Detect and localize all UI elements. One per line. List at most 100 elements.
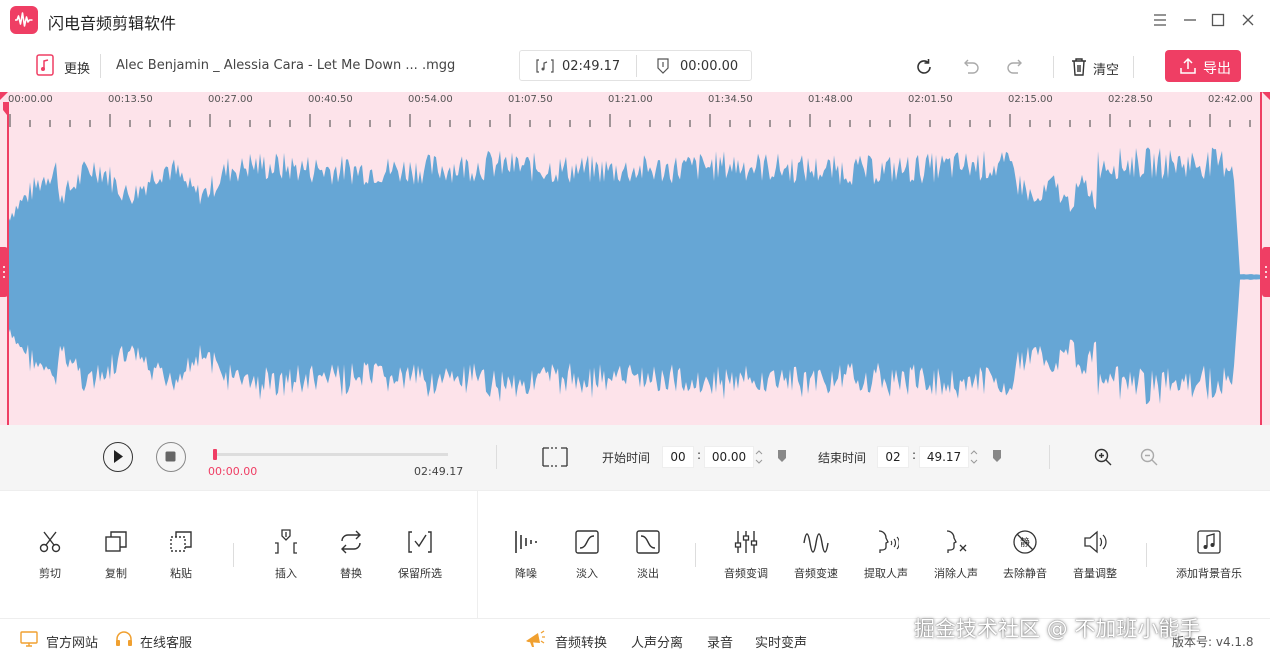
right-drag-handle[interactable] [1262, 247, 1270, 297]
denoise-label: 降噪 [515, 567, 537, 580]
wave-icon [803, 533, 829, 553]
audio-convert-link[interactable]: 音频转换 [555, 632, 607, 651]
fade-in-icon [575, 530, 599, 554]
remove-vocal-label: 消除人声 [934, 567, 978, 580]
paste-label: 粘贴 [170, 567, 192, 580]
menu-icon[interactable] [1150, 10, 1170, 30]
zoom-in-icon[interactable] [1093, 447, 1113, 467]
replace-label: 替换 [340, 567, 362, 580]
maximize-button[interactable] [1208, 10, 1228, 30]
divider [100, 54, 101, 78]
end-sec-input[interactable]: 49.17 [919, 446, 969, 468]
volume-label: 音量调整 [1073, 567, 1117, 580]
vocal-split-link[interactable]: 人声分离 [631, 632, 683, 651]
total-time: 02:49.17 [414, 465, 464, 478]
end-marker-icon[interactable] [992, 449, 1002, 465]
divider [1049, 445, 1050, 469]
copy-icon [105, 531, 127, 552]
support-link[interactable]: 在线客服 [140, 632, 192, 651]
swap-icon [341, 530, 361, 554]
fade-out-tool[interactable]: 淡出 [613, 529, 683, 581]
start-marker-icon[interactable] [777, 449, 787, 465]
divider [1133, 56, 1134, 78]
divider [233, 543, 234, 567]
duration-icon [536, 59, 554, 73]
replace-tool[interactable]: 替换 [316, 529, 386, 581]
speaker-icon [1084, 530, 1107, 554]
insert-tool[interactable]: 插入 [251, 529, 321, 581]
divider [496, 445, 497, 469]
pitch-tool[interactable]: 音频变调 [711, 529, 781, 581]
undo-icon[interactable] [960, 57, 980, 77]
divider [695, 543, 696, 567]
waveform-editor[interactable]: 00:00.00 00:13.50 00:27.00 00:40.50 00:54.00… [0, 92, 1270, 425]
add-bgm-tool[interactable]: 添加背景音乐 [1173, 529, 1245, 581]
remove-vocal-tool[interactable]: 消除人声 [921, 529, 991, 581]
cut-label: 剪切 [39, 567, 61, 580]
trash-icon[interactable] [1070, 57, 1088, 77]
redo-icon[interactable] [1006, 57, 1026, 77]
divider [1053, 56, 1054, 78]
remove-silence-label: 去除静音 [1003, 567, 1047, 580]
keep-selection-tool[interactable]: 保留所选 [385, 529, 455, 581]
app-title: 闪电音频剪辑软件 [48, 14, 177, 33]
paste-icon [170, 531, 192, 552]
speed-tool[interactable]: 音频变速 [781, 529, 851, 581]
cut-tool[interactable]: 剪切 [15, 529, 85, 581]
equalizer-icon [734, 531, 758, 553]
remove-silence-tool[interactable]: 静 去除静音 [990, 529, 1060, 581]
select-range-icon[interactable] [541, 446, 569, 468]
insert-icon [275, 529, 297, 554]
file-name: Alec Benjamin _ Alessia Cara - Let Me Do… [116, 58, 456, 73]
transport-bar: 00:00.00 02:49.17 开始时间 00 : 00.00 结束时间 0… [0, 425, 1270, 490]
time-display: 02:49.17 00:00.00 [519, 50, 752, 81]
fade-in-tool[interactable]: 淡入 [552, 529, 622, 581]
silence-icon: 静 [1013, 530, 1037, 554]
progress-track[interactable] [214, 453, 448, 456]
speed-label: 音频变速 [794, 567, 838, 580]
export-button[interactable]: 导出 [1165, 50, 1241, 82]
close-button[interactable] [1238, 10, 1258, 30]
scissors-icon [39, 531, 61, 553]
title-bar: 闪电音频剪辑软件 [0, 0, 1270, 40]
start-stepper-icon[interactable] [755, 446, 763, 468]
export-label: 导出 [1203, 61, 1231, 77]
record-link[interactable]: 录音 [707, 632, 733, 651]
keep-selection-label: 保留所选 [398, 567, 442, 580]
denoise-tool[interactable]: 降噪 [491, 529, 561, 581]
end-time-label: 结束时间 [818, 451, 867, 465]
minimize-button[interactable] [1180, 10, 1200, 30]
paste-tool[interactable]: 粘贴 [146, 529, 216, 581]
current-time: 00:00.00 [208, 465, 258, 478]
fade-out-icon [636, 530, 660, 554]
start-min-input[interactable]: 00 [662, 446, 694, 468]
clear-button[interactable]: 清空 [1093, 59, 1119, 78]
start-sec-input[interactable]: 00.00 [704, 446, 754, 468]
end-stepper-icon[interactable] [970, 446, 978, 468]
divider [636, 55, 637, 77]
volume-tool[interactable]: 音量调整 [1060, 529, 1130, 581]
copy-tool[interactable]: 复制 [81, 529, 151, 581]
keep-selection-icon [408, 531, 432, 553]
realtime-voice-link[interactable]: 实时变声 [755, 632, 807, 651]
left-drag-handle[interactable] [0, 247, 8, 297]
start-time-label: 开始时间 [602, 451, 651, 465]
extract-vocal-tool[interactable]: 提取人声 [851, 529, 921, 581]
position-marker-icon [656, 58, 670, 74]
play-button[interactable] [103, 442, 133, 472]
colon: : [912, 448, 917, 462]
replace-file-button[interactable]: 更换 [64, 58, 90, 77]
face-mute-icon [946, 530, 967, 553]
audio-waveform [8, 147, 1262, 405]
website-link[interactable]: 官方网站 [46, 632, 98, 651]
insert-label: 插入 [275, 567, 297, 580]
divider [1146, 543, 1147, 567]
status-bar: 官方网站 在线客服 音频转换 人声分离 录音 实时变声 版本号: v4.1.8 … [0, 617, 1270, 658]
refresh-icon[interactable] [914, 57, 934, 77]
end-min-input[interactable]: 02 [877, 446, 909, 468]
stop-button[interactable] [156, 442, 186, 472]
music-file-icon[interactable] [36, 54, 54, 76]
progress-thumb[interactable] [213, 449, 217, 460]
panel-divider [477, 491, 478, 619]
zoom-out-icon[interactable] [1139, 447, 1159, 467]
